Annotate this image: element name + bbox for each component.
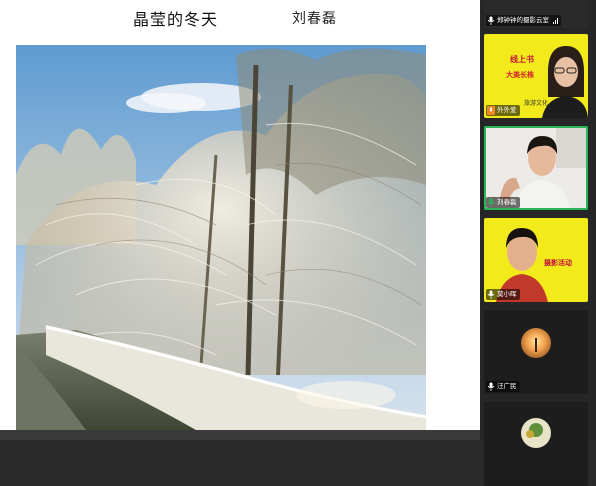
participant-tile[interactable]: 线上书 大美长株 旅游文化 外外爱 (484, 34, 588, 118)
slide-author: 刘春磊 (292, 11, 337, 27)
mic-icon (487, 382, 495, 391)
signal-icon (553, 17, 558, 24)
participant-tile[interactable]: 郑钟钟的摄影云室 (484, 0, 588, 28)
participant-name-tag: 莫小晖 (486, 289, 520, 300)
participant-sidebar[interactable]: 郑钟钟的摄影云室 线上书 大美长株 旅游文化 外外爱 刘春磊 摄影活动 莫小晖 … (480, 0, 596, 486)
participant-tile[interactable]: 摄影活动 莫小晖 (484, 218, 588, 302)
shared-screen: 晶莹的冬天 刘春磊 (0, 0, 480, 430)
participant-name: 外外爱 (497, 106, 517, 114)
mic-icon (487, 198, 495, 207)
participant-name-tag: 汪广民 (486, 381, 520, 392)
participant-video (542, 46, 588, 118)
participant-name-tag: 郑钟钟的摄影云室 (486, 15, 561, 26)
mic-icon (487, 290, 495, 299)
avatar (521, 418, 551, 448)
participant-name: 郑钟钟的摄影云室 (497, 16, 549, 24)
participant-video (486, 128, 586, 208)
participant-name: 莫小晖 (497, 290, 517, 298)
participant-name: 汪广民 (497, 382, 517, 390)
participant-tile[interactable]: 汪广民 (484, 310, 588, 394)
participant-name-tag: 外外爱 (486, 105, 520, 116)
poster-text: 线上书 (510, 54, 534, 64)
avatar (521, 328, 551, 358)
bottom-toolbar-strip (0, 430, 480, 440)
participant-name: 刘春磊 (497, 198, 517, 206)
mic-icon (487, 16, 495, 25)
winter-photo (16, 45, 426, 430)
participant-name-tag: 刘春磊 (486, 197, 520, 208)
participant-tile-active[interactable]: 刘春磊 (484, 126, 588, 210)
slide-title: 晶莹的冬天 (133, 10, 219, 29)
poster-text: 大美长株 (506, 70, 534, 79)
mic-icon (487, 106, 495, 115)
participant-tile[interactable] (484, 402, 588, 486)
